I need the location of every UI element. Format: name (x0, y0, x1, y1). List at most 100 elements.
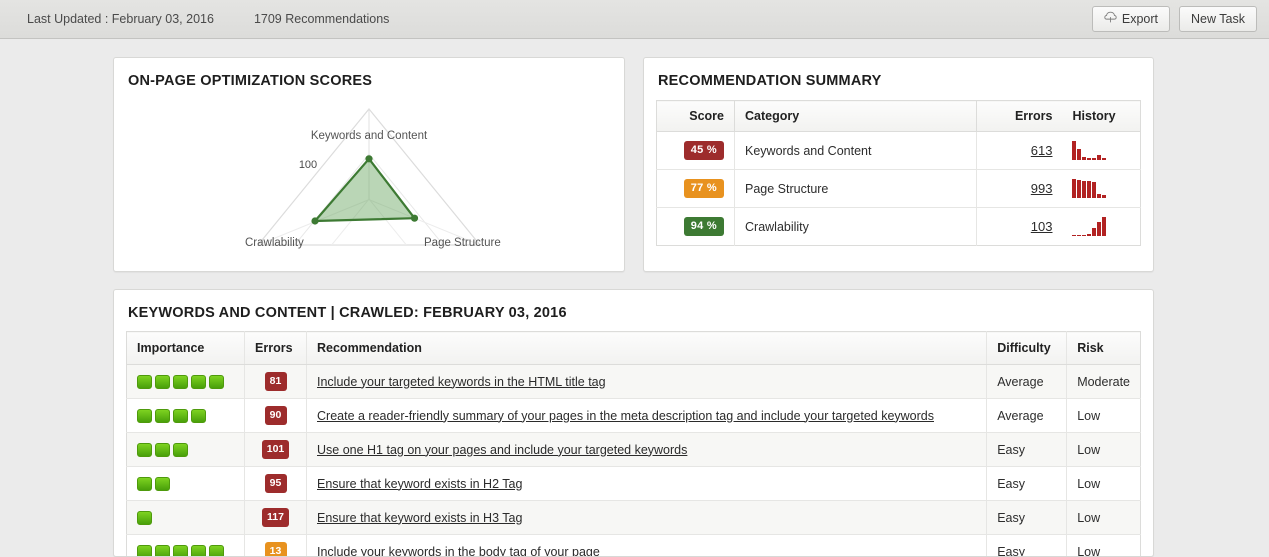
importance-cell (127, 433, 245, 467)
score-badge: 77 % (684, 179, 724, 198)
importance-square-icon (173, 443, 188, 457)
difficulty-cell: Easy (987, 467, 1067, 501)
main-col-importance: Importance (127, 332, 245, 365)
summary-score-cell: 94 % (657, 208, 735, 246)
main-col-risk: Risk (1067, 332, 1141, 365)
errors-link[interactable]: 613 (1031, 143, 1053, 158)
table-row: 101 Use one H1 tag on your pages and incl… (127, 433, 1141, 467)
recommendations-count-label: 1709 Recommendations (254, 12, 390, 26)
sparkline-bar (1102, 195, 1106, 198)
table-row: 95 Ensure that keyword exists in H2 Tag Ea… (127, 467, 1141, 501)
recommendation-cell: Create a reader-friendly summary of your… (307, 399, 987, 433)
importance-rating (137, 511, 234, 525)
recommendation-link[interactable]: Use one H1 tag on your pages and include… (317, 443, 687, 457)
recommendation-cell: Include your targeted keywords in the HT… (307, 365, 987, 399)
importance-square-icon (137, 443, 152, 457)
importance-square-icon (155, 477, 170, 491)
summary-history-cell (1063, 170, 1141, 208)
importance-square-icon (137, 477, 152, 491)
errors-cell: 95 (245, 467, 307, 501)
recommendations-table: Importance Errors Recommendation Difficu… (126, 331, 1141, 557)
new-task-button[interactable]: New Task (1179, 6, 1257, 32)
importance-square-icon (155, 545, 170, 557)
on-page-optimization-scores-panel: ON-PAGE OPTIMIZATION SCORES Keywords and… (113, 57, 625, 272)
summary-category-cell: Keywords and Content (735, 132, 977, 170)
sparkline-bar (1102, 217, 1106, 236)
dashboard-top-row: ON-PAGE OPTIMIZATION SCORES Keywords and… (0, 39, 1269, 272)
error-count-badge: 101 (262, 440, 290, 459)
importance-square-icon (191, 545, 206, 557)
export-button[interactable]: Export (1092, 6, 1170, 32)
errors-cell: 117 (245, 501, 307, 535)
main-panel-title: KEYWORDS AND CONTENT | CRAWLED: FEBRUARY… (114, 290, 1153, 321)
importance-square-icon (137, 375, 152, 389)
summary-category-cell: Page Structure (735, 170, 977, 208)
importance-square-icon (173, 375, 188, 389)
main-col-errors: Errors (245, 332, 307, 365)
recommendation-link[interactable]: Include your keywords in the body tag of… (317, 545, 600, 557)
table-row: 81 Include your targeted keywords in the … (127, 365, 1141, 399)
summary-col-score: Score (657, 101, 735, 132)
new-task-button-label: New Task (1191, 12, 1245, 26)
risk-cell: Low (1067, 433, 1141, 467)
radar-axis-label-keywords-and-content: Keywords and Content (114, 130, 624, 142)
importance-rating (137, 375, 234, 389)
importance-square-icon (155, 443, 170, 457)
sparkline-bar (1077, 235, 1081, 237)
recommendation-cell: Include your keywords in the body tag of… (307, 535, 987, 557)
recommendation-link[interactable]: Create a reader-friendly summary of your… (317, 409, 934, 423)
risk-cell: Low (1067, 535, 1141, 557)
radar-chart-svg (239, 97, 499, 257)
recommendation-link[interactable]: Include your targeted keywords in the HT… (317, 375, 606, 389)
importance-cell (127, 467, 245, 501)
summary-errors-cell: 993 (977, 170, 1063, 208)
risk-cell: Low (1067, 501, 1141, 535)
error-count-badge: 81 (265, 372, 287, 391)
importance-rating (137, 477, 234, 491)
summary-table-row: 94 %Crawlability103 (657, 208, 1141, 246)
radar-axis-label-page-structure: Page Structure (424, 237, 501, 249)
sparkline-bar (1092, 158, 1096, 160)
recommendation-cell: Ensure that keyword exists in H2 Tag (307, 467, 987, 501)
error-count-badge: 90 (265, 406, 287, 425)
importance-cell (127, 365, 245, 399)
difficulty-cell: Average (987, 365, 1067, 399)
errors-link[interactable]: 103 (1031, 219, 1053, 234)
sparkline-bar (1072, 235, 1076, 237)
importance-rating (137, 545, 234, 557)
main-col-difficulty: Difficulty (987, 332, 1067, 365)
sparkline-bar (1072, 141, 1076, 160)
risk-cell: Low (1067, 399, 1141, 433)
radar-chart: Keywords and Content 100 Crawlability Pa… (114, 89, 624, 261)
sparkline-bar (1072, 179, 1076, 198)
importance-square-icon (137, 511, 152, 525)
main-table-body: 81 Include your targeted keywords in the … (127, 365, 1141, 557)
sparkline-bar (1082, 157, 1086, 160)
importance-square-icon (209, 545, 224, 557)
summary-table-wrapper: Score Category Errors History 45 %Keywor… (644, 89, 1153, 246)
importance-cell (127, 501, 245, 535)
export-cloud-icon (1104, 11, 1117, 27)
recommendation-cell: Ensure that keyword exists in H3 Tag (307, 501, 987, 535)
recommendation-link[interactable]: Ensure that keyword exists in H2 Tag (317, 477, 522, 491)
errors-link[interactable]: 993 (1031, 181, 1053, 196)
score-badge: 45 % (684, 141, 724, 160)
dashboard-bottom-row: KEYWORDS AND CONTENT | CRAWLED: FEBRUARY… (0, 272, 1269, 557)
recommendation-cell: Use one H1 tag on your pages and include… (307, 433, 987, 467)
main-table-wrapper: Importance Errors Recommendation Difficu… (114, 321, 1153, 557)
sparkline-bar (1087, 181, 1091, 198)
sparkline-bar (1097, 222, 1101, 236)
radar-panel-title: ON-PAGE OPTIMIZATION SCORES (114, 58, 624, 89)
importance-square-icon (191, 409, 206, 423)
error-count-badge: 13 (265, 542, 287, 557)
sparkline-bar (1087, 158, 1091, 160)
recommendation-link[interactable]: Ensure that keyword exists in H3 Tag (317, 511, 522, 525)
summary-table-body: 45 % Keywords and Content 613 77 % Page Stru… (657, 132, 1141, 246)
summary-errors-cell: 613 (977, 132, 1063, 170)
errors-cell: 90 (245, 399, 307, 433)
summary-col-history: History (1063, 101, 1141, 132)
recommendation-summary-panel: RECOMMENDATION SUMMARY Score Category Er… (643, 57, 1154, 272)
sparkline-bar (1082, 235, 1086, 237)
summary-panel-title: RECOMMENDATION SUMMARY (644, 58, 1153, 89)
summary-errors-cell: 103 (977, 208, 1063, 246)
